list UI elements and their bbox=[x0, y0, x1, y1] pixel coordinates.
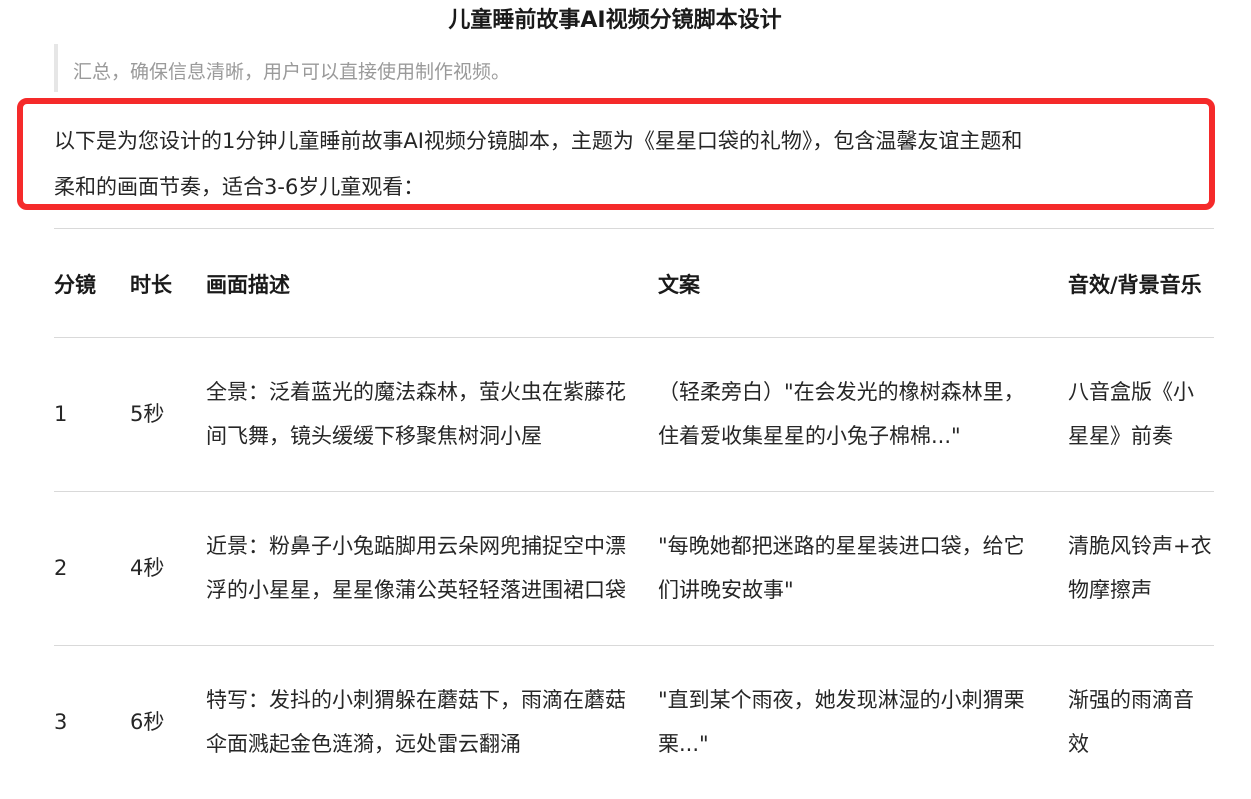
header-audio: 音效/背景音乐 bbox=[1068, 272, 1202, 297]
cell-duration: 4秒 bbox=[130, 556, 165, 580]
header-scene: 画面描述 bbox=[206, 272, 290, 297]
quote-block: 汇总，确保信息清晰，用户可以直接使用制作视频。 bbox=[54, 44, 510, 92]
cell-shot: 1 bbox=[54, 402, 68, 426]
cell-scene: 特写：发抖的小刺猬躲在蘑菇下，雨滴在蘑菇伞面溅起金色涟漪，远处雷云翻涌 bbox=[206, 688, 626, 757]
table-row: 3 6秒 特写：发抖的小刺猬躲在蘑菇下，雨滴在蘑菇伞面溅起金色涟漪，远处雷云翻涌… bbox=[54, 645, 1214, 799]
header-duration: 时长 bbox=[130, 272, 172, 297]
intro-line-1: 以下是为您设计的1分钟儿童睡前故事AI视频分镜脚本，主题为《星星口袋的礼物》，包… bbox=[54, 129, 1023, 153]
table-row: 2 4秒 近景：粉鼻子小兔踮脚用云朵网兜捕捉空中漂浮的小星星，星星像蒲公英轻轻落… bbox=[54, 491, 1214, 645]
cell-copy: "每晚她都把迷路的星星装进口袋，给它们讲晚安故事" bbox=[658, 534, 1025, 602]
quote-text: 汇总，确保信息清晰，用户可以直接使用制作视频。 bbox=[73, 61, 511, 83]
table-header-row: 分镜 时长 画面描述 文案 音效/背景音乐 bbox=[54, 233, 1214, 337]
cell-audio: 清脆风铃声+衣物摩擦声 bbox=[1068, 534, 1212, 602]
cell-copy: （轻柔旁白）"在会发光的橡树森林里，住着爱收集星星的小兔子棉棉..." bbox=[658, 380, 1025, 448]
header-copy: 文案 bbox=[658, 272, 700, 297]
page-title: 儿童睡前故事AI视频分镜脚本设计 bbox=[448, 8, 782, 33]
header-shot: 分镜 bbox=[54, 272, 96, 297]
cell-scene: 全景：泛着蓝光的魔法森林，萤火虫在紫藤花间飞舞，镜头缓缓下移聚焦树洞小屋 bbox=[206, 380, 626, 448]
table-row: 1 5秒 全景：泛着蓝光的魔法森林，萤火虫在紫藤花间飞舞，镜头缓缓下移聚焦树洞小… bbox=[54, 337, 1214, 491]
cell-audio: 八音盒版《小星星》前奏 bbox=[1068, 380, 1194, 448]
cell-copy: "直到某个雨夜，她发现淋湿的小刺猬栗栗..." bbox=[658, 688, 1025, 757]
cell-shot: 2 bbox=[54, 556, 68, 580]
cell-duration: 6秒 bbox=[130, 710, 165, 735]
table-top-rule bbox=[54, 228, 1214, 229]
storyboard-table: 分镜 时长 画面描述 文案 音效/背景音乐 1 5秒 全景：泛着蓝光的魔法森林，… bbox=[54, 233, 1214, 799]
cell-scene: 近景：粉鼻子小兔踮脚用云朵网兜捕捉空中漂浮的小星星，星星像蒲公英轻轻落进围裙口袋 bbox=[206, 534, 626, 602]
cell-shot: 3 bbox=[54, 710, 68, 735]
cell-duration: 5秒 bbox=[130, 402, 165, 426]
cell-audio: 渐强的雨滴音效 bbox=[1068, 688, 1194, 757]
intro-paragraph: 以下是为您设计的1分钟儿童睡前故事AI视频分镜脚本，主题为《星星口袋的礼物》，包… bbox=[54, 118, 1214, 210]
intro-line-2: 柔和的画面节奏，适合3-6岁儿童观看： bbox=[54, 175, 425, 199]
